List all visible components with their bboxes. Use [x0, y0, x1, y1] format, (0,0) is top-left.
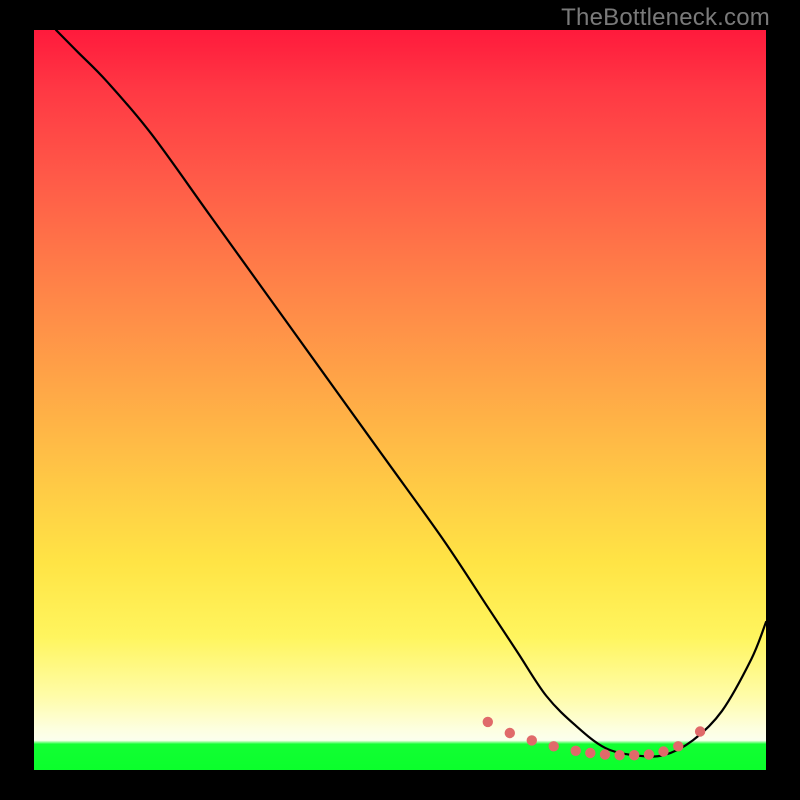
bottleneck-curve: [56, 30, 766, 757]
plot-area: [34, 30, 766, 770]
valley-dot: [527, 735, 537, 745]
valley-dot: [483, 717, 493, 727]
curve-svg: [34, 30, 766, 770]
valley-dots-group: [483, 717, 706, 761]
watermark-text: TheBottleneck.com: [561, 4, 770, 32]
valley-dot: [600, 749, 610, 759]
valley-dot: [658, 746, 668, 756]
valley-dot: [549, 741, 559, 751]
valley-dot: [673, 741, 683, 751]
valley-dot: [585, 748, 595, 758]
chart-frame: TheBottleneck.com: [0, 0, 800, 800]
valley-dot: [644, 749, 654, 759]
valley-dot: [571, 746, 581, 756]
valley-dot: [614, 750, 624, 760]
valley-dot: [629, 750, 639, 760]
valley-dot: [505, 728, 515, 738]
valley-dot: [695, 726, 705, 736]
